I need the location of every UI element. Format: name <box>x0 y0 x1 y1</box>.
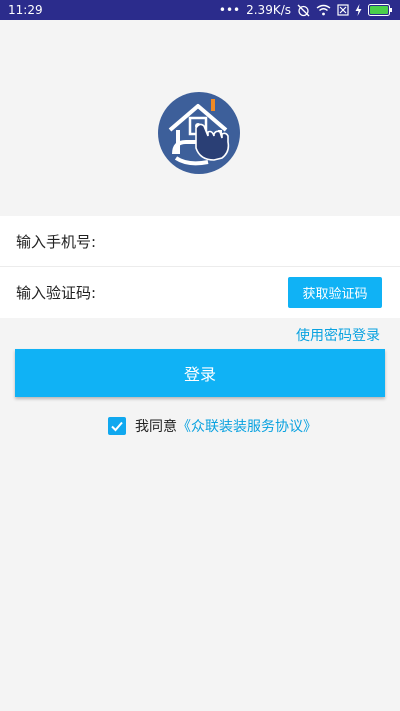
phone-row: 输入手机号: <box>0 216 400 267</box>
phone-label: 输入手机号: <box>16 232 97 251</box>
agreement-checkbox[interactable] <box>108 417 126 435</box>
sim-off-icon <box>337 4 349 16</box>
house-touch-logo <box>158 92 240 174</box>
login-button[interactable]: 登录 <box>15 349 385 397</box>
status-dots: ••• <box>218 3 241 17</box>
code-input[interactable] <box>100 276 285 309</box>
status-right: ••• 2.39K/s <box>219 3 392 17</box>
code-label: 输入验证码: <box>16 284 97 302</box>
wifi-icon <box>316 4 331 16</box>
alarm-off-icon <box>297 4 310 16</box>
checkmark-icon <box>111 421 123 432</box>
password-login-link[interactable]: 使用密码登录 <box>296 325 380 345</box>
agreement-link[interactable]: 《众联装装服务协议》 <box>177 416 317 436</box>
get-code-button[interactable]: 获取验证码 <box>288 277 382 308</box>
login-form: 输入手机号: 输入验证码: 获取验证码 <box>0 216 400 318</box>
phone-input[interactable] <box>100 225 400 257</box>
battery-icon <box>368 4 392 16</box>
agreement-row: 我同意 《众联装装服务协议》 <box>108 416 317 436</box>
charging-icon <box>355 4 362 16</box>
status-bar: 11:29 ••• 2.39K/s <box>0 0 400 20</box>
code-row: 输入验证码: 获取验证码 <box>0 267 400 318</box>
network-speed: 2.39K/s <box>246 3 291 17</box>
status-time: 11:29 <box>8 3 43 17</box>
agreement-text: 我同意 <box>135 419 177 435</box>
